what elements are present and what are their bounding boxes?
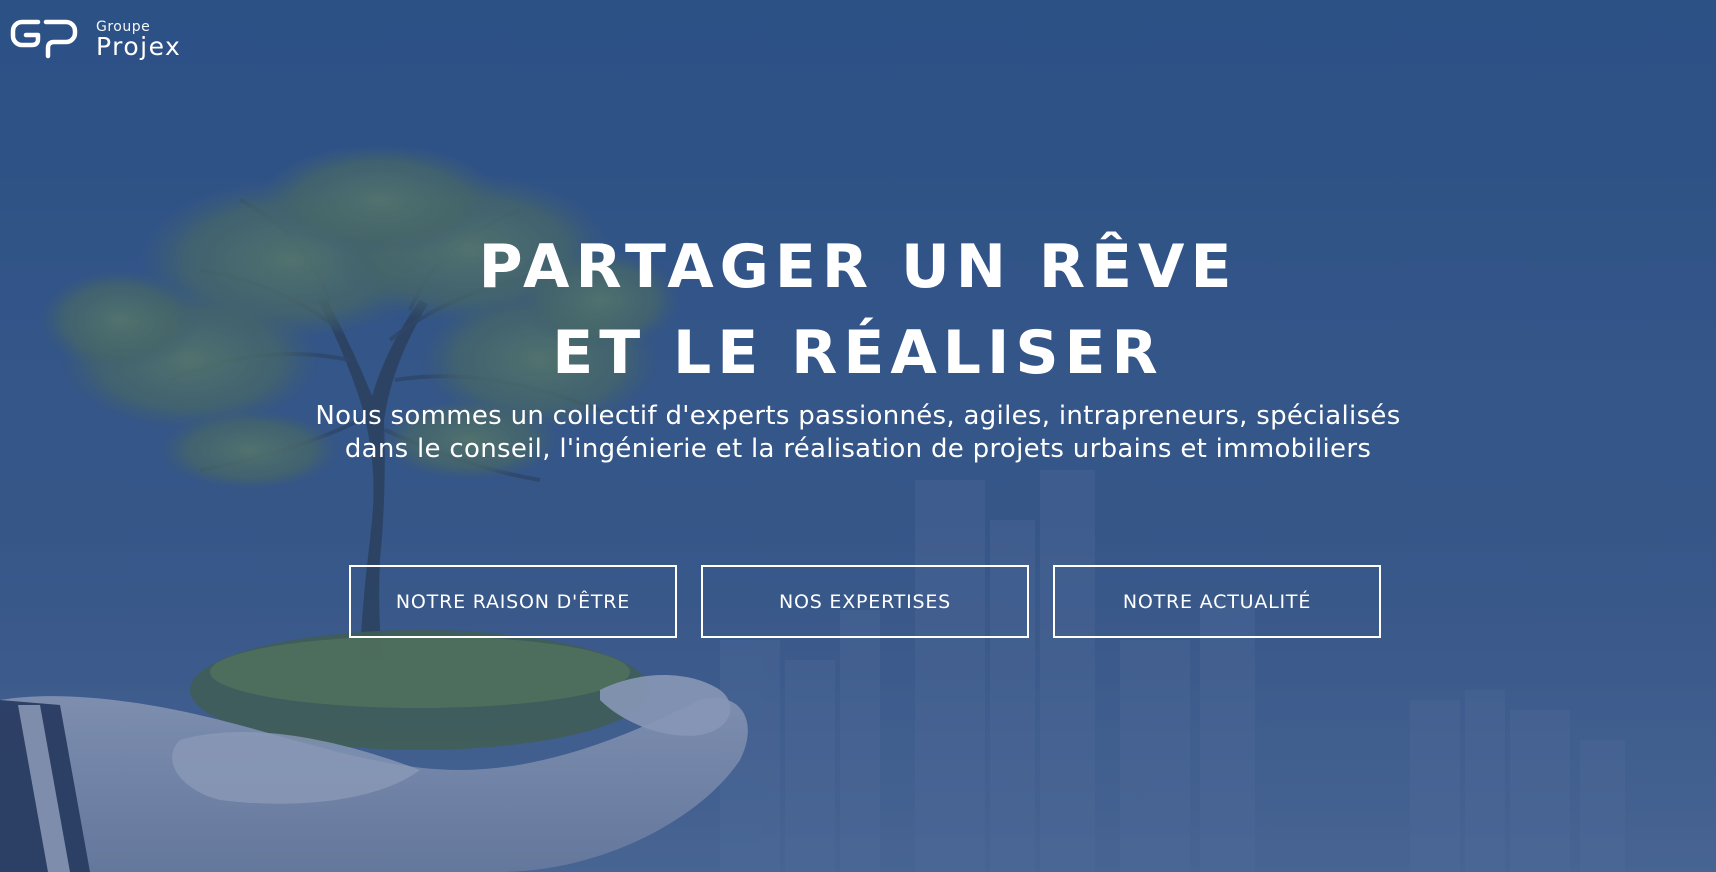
- hero-title-line2: ET LE RÉALISER: [552, 318, 1164, 388]
- site-logo[interactable]: Groupe Projex: [10, 18, 181, 60]
- hero-section: Groupe Projex PARTAGER UN RÊVE ET LE RÉA…: [0, 0, 1716, 872]
- hero-subtitle: Nous sommes un collectif d'experts passi…: [315, 401, 1401, 464]
- hero-title-line1: PARTAGER UN RÊVE: [478, 232, 1238, 302]
- logo-big-text: Projex: [96, 32, 182, 61]
- logo-small-text: Groupe: [96, 19, 151, 35]
- nos-expertises-button[interactable]: NOS EXPERTISES: [701, 565, 1029, 638]
- notre-actualite-button[interactable]: NOTRE ACTUALITÉ: [1053, 565, 1381, 638]
- logo-gp-mark-icon: [10, 19, 78, 59]
- logo-wordmark: Groupe Projex: [96, 20, 181, 59]
- notre-raison-button[interactable]: NOTRE RAISON D'ÊTRE: [349, 565, 677, 638]
